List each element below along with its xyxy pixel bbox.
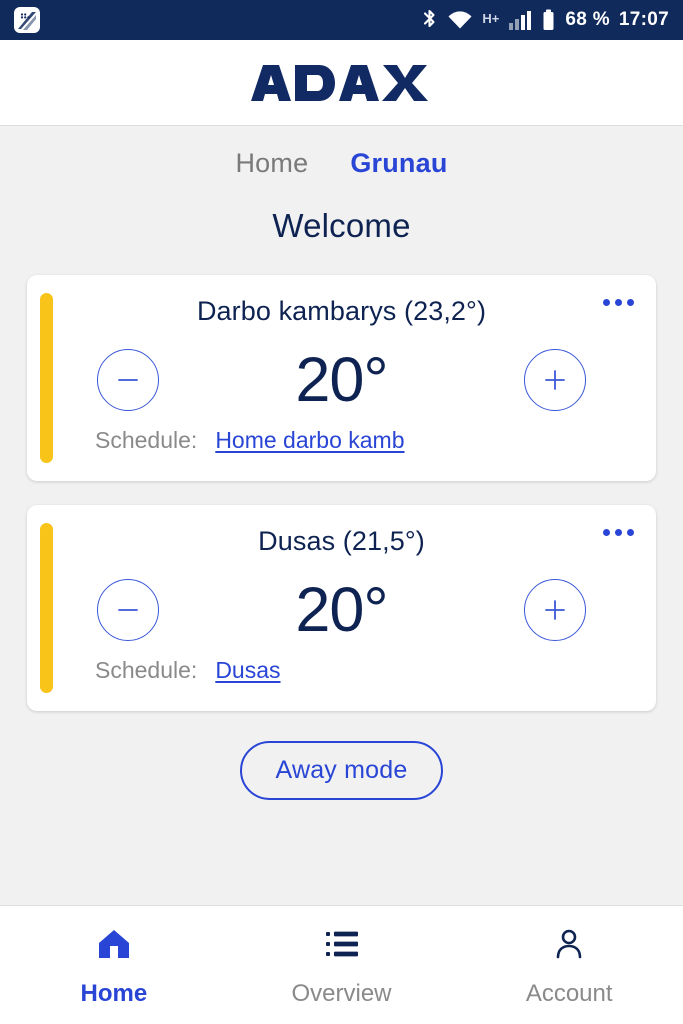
away-mode-button[interactable]: Away mode: [239, 741, 444, 800]
tab-home[interactable]: Home: [235, 148, 308, 179]
status-bar-right: H+ 68 % 17:07: [421, 8, 669, 32]
room-card[interactable]: Dusas (21,5°) 20° Schedule: Dusas: [27, 505, 656, 711]
nav-label-home: Home: [80, 980, 148, 1007]
signal-bars-icon: [508, 8, 532, 32]
room-card-header: Dusas (21,5°): [49, 519, 634, 563]
nav-label-account: Account: [525, 980, 613, 1007]
decrease-temperature-button[interactable]: [97, 349, 159, 411]
room-schedule-row: Schedule: Dusas: [49, 657, 634, 697]
status-bar: H+ 68 % 17:07: [0, 0, 683, 40]
schedule-label: Schedule:: [95, 427, 198, 453]
room-title: Darbo kambarys (23,2°): [196, 296, 487, 326]
plus-icon: [545, 600, 565, 620]
schedule-link[interactable]: Home darbo kamb: [215, 427, 404, 454]
room-title: Dusas (21,5°): [258, 526, 425, 556]
status-bar-left: [14, 7, 40, 33]
adax-logo: [249, 63, 435, 103]
person-icon: [552, 924, 586, 964]
room-schedule-row: Schedule: Home darbo kamb: [49, 427, 634, 467]
target-temperature: 20°: [295, 344, 388, 415]
room-card-header: Darbo kambarys (23,2°): [49, 289, 634, 333]
main-content: Home Grunau Welcome Darbo kambarys (23,2…: [0, 126, 683, 905]
schedule-label: Schedule:: [95, 657, 198, 683]
tab-grunau[interactable]: Grunau: [350, 148, 447, 179]
schedule-link[interactable]: Dusas: [215, 657, 280, 684]
nav-label-overview: Overview: [291, 980, 392, 1007]
more-options-icon[interactable]: [599, 293, 638, 312]
wifi-icon: [447, 8, 473, 32]
nav-item-overview[interactable]: Overview: [228, 924, 456, 1008]
app-root: H+ 68 % 17:07 Home Grunau Welcome Darbo …: [0, 0, 683, 1024]
plus-icon: [545, 370, 565, 390]
battery-icon: [541, 8, 556, 32]
room-card[interactable]: Darbo kambarys (23,2°) 20° Schedule: Hom…: [27, 275, 656, 481]
location-tabs: Home Grunau: [235, 148, 447, 179]
battery-percentage: 68 %: [565, 9, 610, 30]
brand-header: [0, 40, 683, 126]
clock: 17:07: [618, 9, 669, 30]
bluetooth-icon: [421, 8, 438, 32]
nav-item-home[interactable]: Home: [0, 924, 228, 1008]
app-badge-icon: [14, 7, 40, 33]
increase-temperature-button[interactable]: [524, 579, 586, 641]
more-options-icon[interactable]: [599, 523, 638, 542]
nav-item-account[interactable]: Account: [455, 924, 683, 1008]
list-icon: [325, 924, 359, 964]
room-temperature-controls: 20°: [49, 563, 634, 657]
minus-icon: [118, 609, 138, 611]
network-type-label: H+: [482, 11, 500, 26]
home-icon: [97, 924, 131, 964]
target-temperature: 20°: [295, 574, 388, 645]
bottom-navigation: Home Overview Account: [0, 905, 683, 1024]
page-title: Welcome: [272, 207, 411, 244]
minus-icon: [118, 379, 138, 381]
room-temperature-controls: 20°: [49, 333, 634, 427]
decrease-temperature-button[interactable]: [97, 579, 159, 641]
increase-temperature-button[interactable]: [524, 349, 586, 411]
